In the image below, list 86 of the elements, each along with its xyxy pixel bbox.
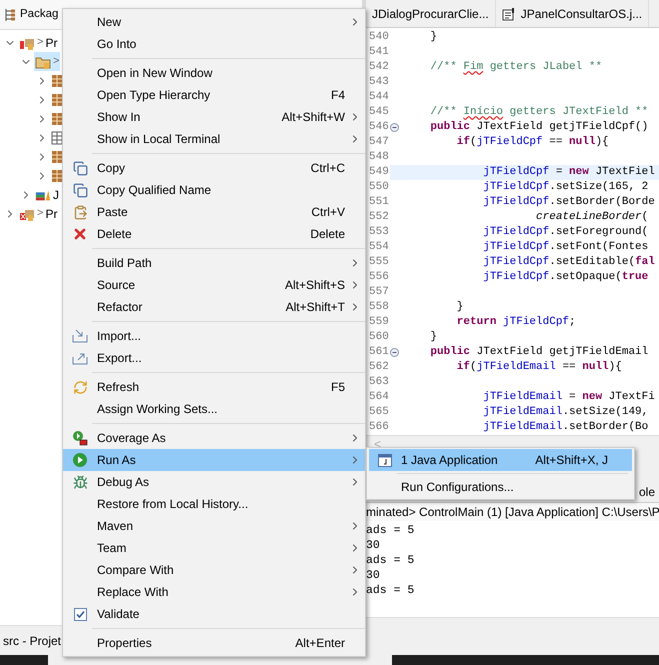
code-text: jTFieldEmail = new JTextFi [482, 390, 655, 406]
code-text: jTFieldCpf.setOpaque(true [482, 270, 648, 286]
collapse-icon[interactable] [390, 348, 399, 357]
menu-item[interactable]: Open in New Window [63, 62, 365, 84]
code-text: jTFieldCpf.setFont(Fontes [482, 240, 648, 256]
java-app-icon [378, 454, 392, 466]
copy-icon [72, 160, 88, 176]
code-text: if(jTFieldEmail == null){ [456, 360, 622, 376]
tree-item[interactable]: > Pr [18, 33, 58, 52]
code-text: //** Fim getters JLabel ** [429, 60, 602, 76]
menu-item[interactable]: Team [63, 537, 365, 559]
export-icon [72, 351, 88, 365]
code-text: jTFieldCpf.setEditable(fal [482, 254, 655, 270]
menu-item[interactable]: Run Configurations... [369, 476, 632, 498]
menu-item[interactable]: Copy Ctrl+C [63, 157, 365, 179]
coverage-icon [72, 430, 88, 446]
debug-icon [72, 474, 88, 490]
code-text: jTFieldCpf.setForeground( [482, 225, 648, 240]
delete-icon [72, 226, 88, 242]
editor-tab[interactable]: JPanelConsultarOS.j... [496, 0, 650, 27]
console-line: 30 [366, 538, 381, 552]
console-header: minated> ControlMain (1) [Java Application] C:\Users\P [366, 503, 659, 521]
menu-item[interactable]: Assign Working Sets... [63, 398, 365, 420]
menu-item[interactable]: Validate [63, 603, 365, 625]
refresh-icon [72, 380, 88, 394]
menu-item[interactable]: Delete Delete [63, 223, 365, 245]
menu-item[interactable]: Restore from Local History... [63, 493, 365, 515]
code-text: jTFieldCpf.setSize(165, 2 [482, 180, 648, 196]
menu-item[interactable]: Debug As [63, 471, 365, 493]
console-line: 30 [366, 568, 381, 582]
console-line: ads = 5 [366, 523, 416, 537]
console-tab[interactable]: ole [638, 482, 655, 500]
code-text: jTFieldCpf.setBorder(Borde [482, 195, 655, 210]
console-line: ads = 5 [366, 583, 416, 597]
menu-item[interactable]: Maven [63, 515, 365, 537]
code-text: } [429, 330, 438, 346]
menu-item[interactable]: Import... [63, 325, 365, 347]
code-text: public JTextField getjTFieldEmail [429, 345, 648, 360]
menu-item[interactable]: Paste Ctrl+V [63, 201, 365, 223]
import-icon [72, 329, 88, 343]
menu-item[interactable]: Refactor Alt+Shift+T [63, 296, 365, 318]
code-text: jTFieldEmail.setSize(149, [482, 405, 648, 420]
code-text: //** Início getters JTextField ** [429, 105, 648, 120]
collapse-icon[interactable] [390, 123, 399, 132]
package-icon [51, 130, 63, 144]
console-line: ads = 5 [366, 553, 416, 567]
menu-item[interactable]: 1 Java Application Alt+Shift+X, J [369, 449, 632, 471]
paste-icon [72, 204, 88, 220]
package-icon [51, 74, 63, 88]
code-text: } [456, 300, 464, 316]
taskbar [0, 655, 48, 665]
code-text: return jTFieldCpf; [456, 315, 576, 330]
tree-item[interactable]: > Pr [18, 204, 58, 223]
menu-item[interactable]: Open Type Hierarchy F4 [63, 84, 365, 106]
package-explorer-icon [3, 8, 17, 22]
menu-item[interactable]: Build Path [63, 252, 365, 274]
menu-item[interactable]: Refresh F5 [63, 376, 365, 398]
menu-item[interactable]: Copy Qualified Name [63, 179, 365, 201]
code-text: jTFieldEmail.setBorder(Bo [482, 420, 648, 435]
package-icon [51, 168, 63, 182]
package-icon [51, 112, 63, 126]
code-text: } [429, 30, 438, 46]
menu-item[interactable]: Compare With [63, 559, 365, 581]
menu-item[interactable]: New [63, 11, 365, 33]
menu-item[interactable]: Show in Local Terminal [63, 128, 365, 150]
view-title[interactable]: Packag [20, 6, 58, 24]
package-icon [51, 92, 63, 106]
tree-item[interactable]: J [34, 185, 60, 204]
copy-icon [72, 182, 88, 198]
package-icon [51, 150, 63, 164]
code-text: createLineBorder( [535, 210, 648, 226]
menu-item[interactable]: Export... [63, 347, 365, 369]
menu-item[interactable]: Properties Alt+Enter [63, 632, 365, 654]
menu-item[interactable]: Coverage As [63, 427, 365, 449]
menu-item[interactable]: Source Alt+Shift+S [63, 274, 365, 296]
menu-item[interactable]: Run As [63, 449, 365, 471]
code-text: jTFieldCpf = new JTextFiel [482, 165, 655, 180]
tree-item[interactable]: > [34, 52, 60, 71]
code-text: if(jTFieldCpf == null){ [456, 134, 609, 150]
menu-item[interactable]: Replace With [63, 581, 365, 603]
menu-item[interactable]: Show In Alt+Shift+W [63, 106, 365, 128]
code-text: public JTextField getjTFieldCpf() [429, 120, 648, 136]
menu-item[interactable]: Go Into [63, 33, 365, 55]
java-file-icon [502, 6, 516, 20]
checkbox[interactable] [74, 608, 86, 620]
run-icon [72, 452, 88, 468]
